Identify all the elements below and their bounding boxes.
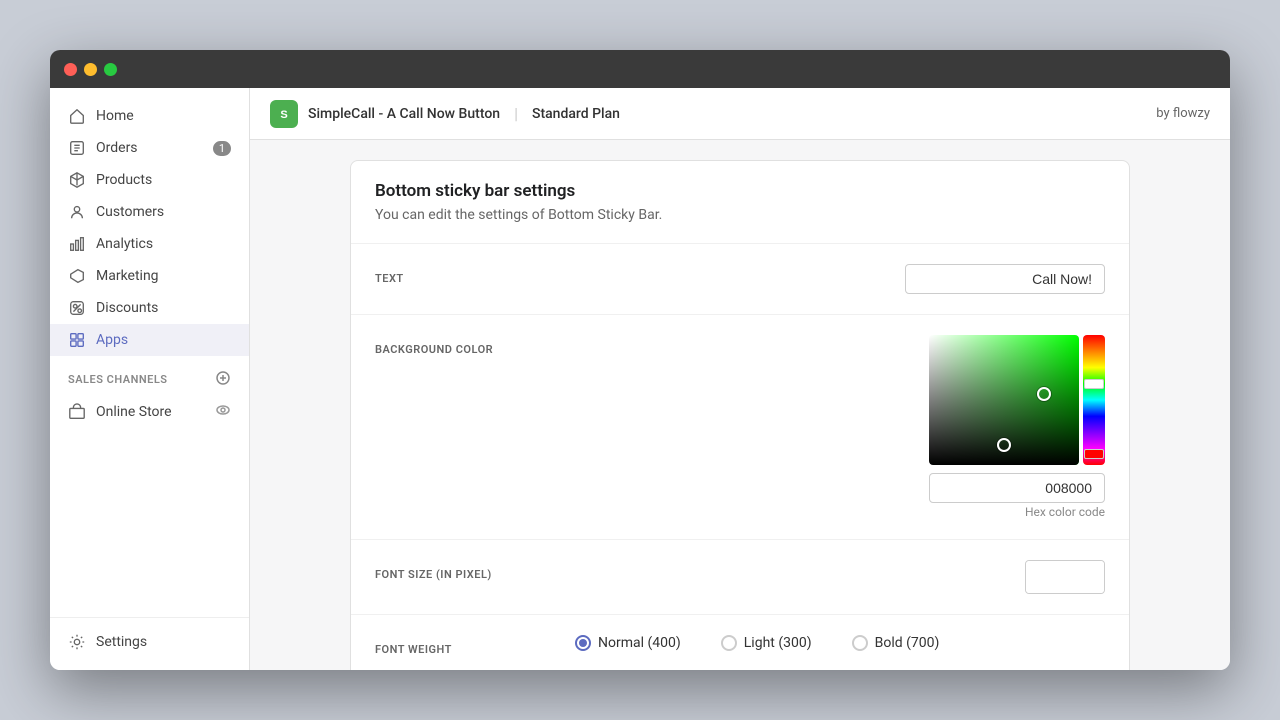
sidebar-item-customers[interactable]: Customers	[50, 196, 249, 228]
font-size-wrapper: ▲ ▼	[1025, 560, 1105, 594]
color-picker-container: Hex color code	[929, 335, 1105, 519]
add-channel-icon[interactable]	[215, 370, 231, 389]
radio-circle-bold	[852, 635, 868, 651]
sidebar-item-orders[interactable]: Orders 1	[50, 132, 249, 164]
sidebar-item-label: Settings	[96, 634, 147, 650]
sidebar-item-label: Apps	[96, 332, 128, 348]
products-icon	[68, 171, 86, 189]
font-size-input[interactable]	[1026, 561, 1105, 593]
topbar-separator: |	[514, 104, 518, 123]
text-input[interactable]	[905, 264, 1105, 294]
radio-circle-normal	[575, 635, 591, 651]
content-inner: Bottom sticky bar settings You can edit …	[330, 140, 1150, 670]
sidebar-item-label: Home	[96, 108, 134, 124]
color-gradient[interactable]	[929, 335, 1079, 465]
hex-label: Hex color code	[1025, 505, 1105, 519]
analytics-icon	[68, 235, 86, 253]
hex-input[interactable]	[929, 473, 1105, 503]
sidebar-item-products[interactable]: Products	[50, 164, 249, 196]
font-size-field-row: FONT SIZE (IN PIXEL) ▲ ▼	[351, 540, 1129, 615]
sidebar-item-apps[interactable]: Apps	[50, 324, 249, 356]
font-weight-radio-group: Normal (400) Light (300) Bold (700)	[575, 635, 939, 651]
close-button[interactable]	[64, 63, 77, 76]
radio-light[interactable]: Light (300)	[721, 635, 812, 651]
font-size-control: ▲ ▼	[575, 560, 1105, 594]
sidebar-bottom: Settings	[50, 617, 249, 658]
card-title: Bottom sticky bar settings	[375, 181, 1105, 201]
hue-thumb-bottom[interactable]	[1084, 449, 1104, 459]
apps-icon	[68, 331, 86, 349]
sidebar-item-analytics[interactable]: Analytics	[50, 228, 249, 260]
sidebar-item-marketing[interactable]: Marketing	[50, 260, 249, 292]
color-cursor-bottom[interactable]	[997, 438, 1011, 452]
color-cursor[interactable]	[1037, 387, 1051, 401]
customers-icon	[68, 203, 86, 221]
sidebar-item-label: Discounts	[96, 300, 158, 316]
bg-color-field-row: BACKGROUND COLOR	[351, 315, 1129, 540]
topbar-right: by flowzy	[1156, 106, 1210, 121]
font-size-label: FONT SIZE (IN PIXEL)	[375, 560, 555, 581]
home-icon	[68, 107, 86, 125]
radio-normal[interactable]: Normal (400)	[575, 635, 681, 651]
sidebar-item-online-store[interactable]: Online Store	[50, 395, 249, 429]
bg-color-control: Hex color code	[575, 335, 1105, 519]
online-store-icon	[68, 403, 86, 421]
sidebar-item-settings[interactable]: Settings	[50, 626, 249, 658]
traffic-lights	[64, 63, 117, 76]
radio-bold[interactable]: Bold (700)	[852, 635, 940, 651]
font-weight-control: Normal (400) Light (300) Bold (700)	[575, 635, 1105, 651]
hue-thumb[interactable]	[1084, 379, 1104, 389]
radio-circle-light	[721, 635, 737, 651]
sidebar-item-label: Products	[96, 172, 152, 188]
color-picker-widget	[929, 335, 1105, 465]
sidebar: Home Orders 1 Products	[50, 88, 250, 670]
app-body: Home Orders 1 Products	[50, 88, 1230, 670]
bg-color-label: BACKGROUND COLOR	[375, 335, 555, 356]
sidebar-item-label: Customers	[96, 204, 164, 220]
font-weight-field-row: FONT WEIGHT Normal (400)	[351, 615, 1129, 670]
topbar-left: S SimpleCall - A Call Now Button | Stand…	[270, 100, 1156, 128]
orders-badge: 1	[213, 141, 231, 156]
marketing-icon	[68, 267, 86, 285]
sidebar-item-label: Analytics	[96, 236, 153, 252]
right-panel: S SimpleCall - A Call Now Button | Stand…	[250, 88, 1230, 670]
radio-label-bold: Bold (700)	[875, 635, 940, 651]
card-header: Bottom sticky bar settings You can edit …	[351, 161, 1129, 244]
hex-input-container: Hex color code	[929, 473, 1105, 519]
settings-card: Bottom sticky bar settings You can edit …	[350, 160, 1130, 670]
text-field-control	[575, 264, 1105, 294]
text-field-row: TEXT	[351, 244, 1129, 315]
online-store-label: Online Store	[96, 404, 172, 420]
sidebar-item-label: Marketing	[96, 268, 159, 284]
sales-channels-section: SALES CHANNELS	[50, 356, 249, 395]
hue-slider[interactable]	[1083, 335, 1105, 465]
app-logo: S	[270, 100, 298, 128]
eye-icon[interactable]	[215, 402, 231, 422]
svg-text:S: S	[280, 109, 287, 121]
text-field-label: TEXT	[375, 264, 555, 285]
titlebar	[50, 50, 1230, 88]
sales-channels-label: SALES CHANNELS	[68, 373, 168, 386]
radio-label-normal: Normal (400)	[598, 635, 681, 651]
sidebar-item-home[interactable]: Home	[50, 100, 249, 132]
radio-dot-normal	[579, 639, 587, 647]
discounts-icon	[68, 299, 86, 317]
topbar-app-name: SimpleCall - A Call Now Button	[308, 106, 500, 122]
radio-label-light: Light (300)	[744, 635, 812, 651]
main-content: Bottom sticky bar settings You can edit …	[250, 140, 1230, 670]
orders-icon	[68, 139, 86, 157]
minimize-button[interactable]	[84, 63, 97, 76]
maximize-button[interactable]	[104, 63, 117, 76]
settings-icon	[68, 633, 86, 651]
topbar: S SimpleCall - A Call Now Button | Stand…	[250, 88, 1230, 140]
by-text: by flowzy	[1156, 106, 1210, 121]
sidebar-item-label: Orders	[96, 140, 138, 156]
font-weight-label: FONT WEIGHT	[375, 635, 555, 656]
card-subtitle: You can edit the settings of Bottom Stic…	[375, 207, 1105, 223]
topbar-plan: Standard Plan	[532, 106, 620, 122]
app-window: Home Orders 1 Products	[50, 50, 1230, 670]
sidebar-item-discounts[interactable]: Discounts	[50, 292, 249, 324]
